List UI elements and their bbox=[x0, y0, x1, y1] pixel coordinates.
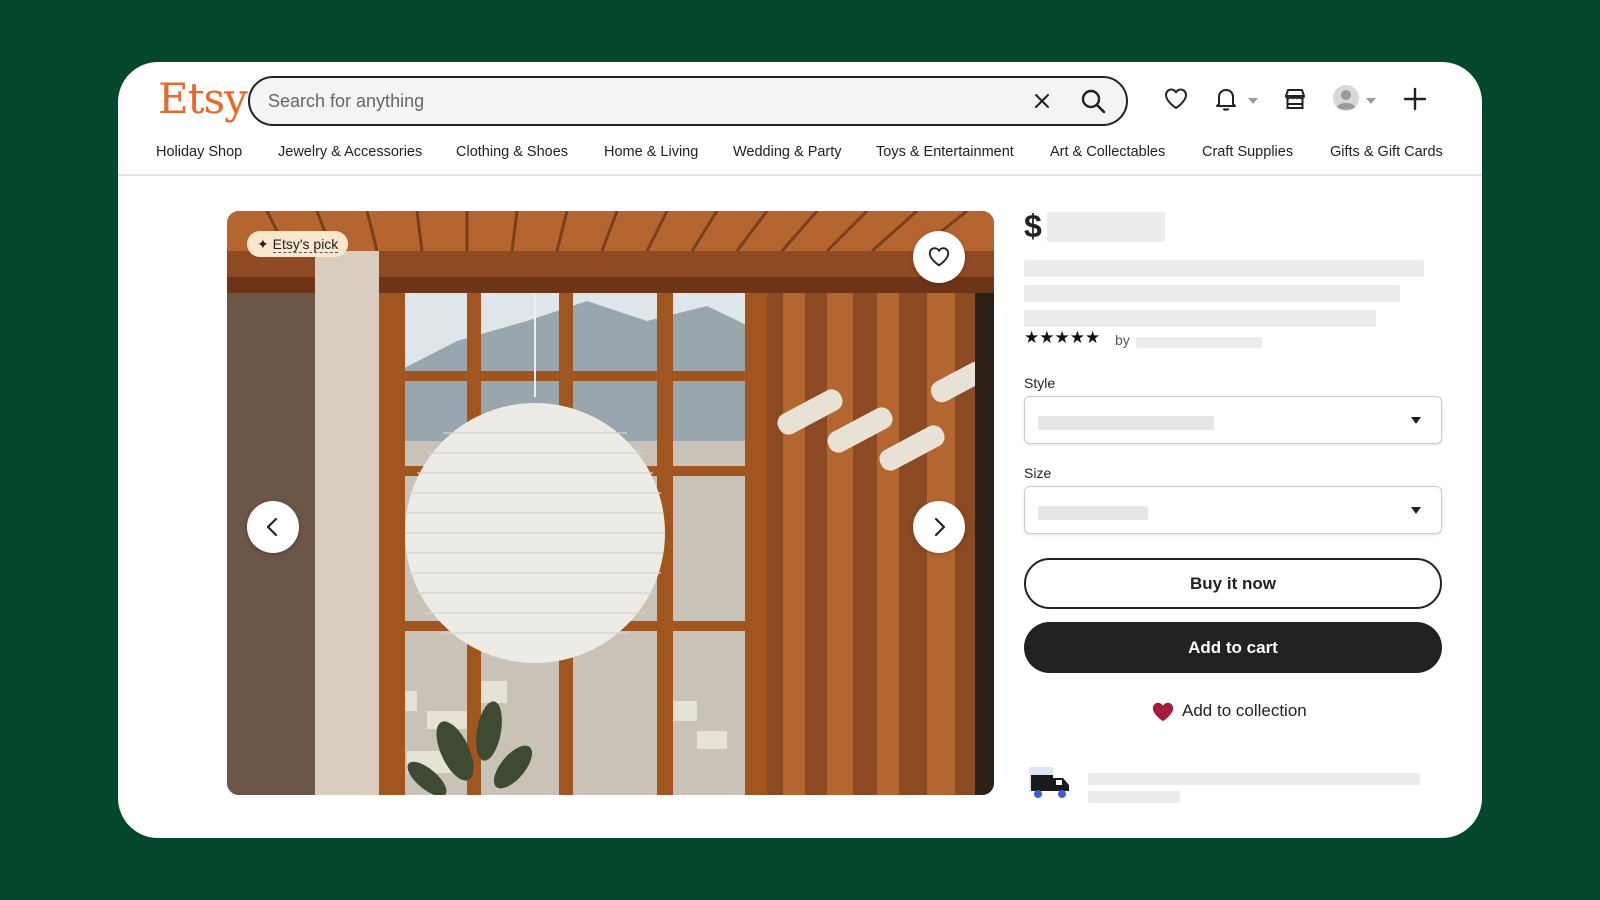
title-placeholder-line-3 bbox=[1024, 310, 1376, 327]
browser-window: Etsy Holiday Shop Jewelry & Accessories bbox=[118, 62, 1482, 838]
heart-icon[interactable] bbox=[1163, 86, 1189, 112]
price-placeholder bbox=[1047, 212, 1165, 242]
search-input[interactable] bbox=[268, 78, 998, 124]
price-currency: $ bbox=[1024, 208, 1042, 244]
nav-item-craft-supplies[interactable]: Craft Supplies bbox=[1202, 144, 1293, 160]
shipping-placeholder-line-1 bbox=[1088, 773, 1420, 785]
rating-stars: ★★★★★ bbox=[1024, 328, 1101, 347]
nav-item-wedding-party[interactable]: Wedding & Party bbox=[733, 144, 842, 160]
nav-item-gifts-gift-cards[interactable]: Gifts & Gift Cards bbox=[1330, 144, 1443, 160]
nav-item-home-living[interactable]: Home & Living bbox=[604, 144, 698, 160]
nav-item-jewelry-accessories[interactable]: Jewelry & Accessories bbox=[278, 144, 422, 160]
by-label: by bbox=[1115, 332, 1130, 348]
nav-item-holiday-shop[interactable]: Holiday Shop bbox=[156, 144, 242, 160]
search-bar[interactable] bbox=[248, 76, 1128, 126]
add-to-collection-label: Add to collection bbox=[1182, 701, 1307, 720]
category-nav: Holiday Shop Jewelry & Accessories Cloth… bbox=[118, 144, 1482, 172]
close-icon[interactable] bbox=[1030, 89, 1054, 113]
avatar[interactable] bbox=[1332, 84, 1360, 112]
previous-image-button[interactable] bbox=[247, 501, 299, 553]
style-label: Style bbox=[1024, 375, 1056, 391]
nav-item-art-collectables[interactable]: Art & Collectables bbox=[1050, 144, 1165, 160]
bell-caret-icon[interactable] bbox=[1248, 98, 1258, 104]
chevron-right-icon bbox=[934, 517, 946, 537]
title-placeholder-line-2 bbox=[1024, 285, 1400, 302]
truck-icon bbox=[1029, 767, 1069, 798]
size-select-placeholder bbox=[1038, 506, 1148, 520]
shop-name-placeholder[interactable] bbox=[1136, 337, 1262, 348]
account-caret-icon[interactable] bbox=[1366, 98, 1376, 104]
heart-icon bbox=[928, 247, 950, 267]
bell-icon[interactable] bbox=[1213, 86, 1239, 112]
dropdown-arrow-icon bbox=[1411, 417, 1421, 424]
etsys-pick-label: Etsy's pick bbox=[272, 236, 339, 253]
favorite-button[interactable] bbox=[913, 231, 965, 283]
dropdown-arrow-icon bbox=[1411, 507, 1421, 514]
size-select[interactable] bbox=[1024, 486, 1442, 534]
style-select[interactable] bbox=[1024, 396, 1442, 444]
title-placeholder-line-1 bbox=[1024, 260, 1424, 277]
product-image-gallery: ✦ Etsy's pick bbox=[227, 211, 994, 795]
shipping-placeholder-line-2 bbox=[1088, 791, 1180, 803]
buy-it-now-button[interactable]: Buy it now bbox=[1024, 558, 1442, 609]
add-to-cart-button[interactable]: Add to cart bbox=[1024, 622, 1442, 673]
nav-item-clothing-shoes[interactable]: Clothing & Shoes bbox=[456, 144, 568, 160]
sparkle-icon: ✦ bbox=[257, 236, 269, 252]
search-icon[interactable] bbox=[1080, 88, 1106, 114]
header-divider bbox=[118, 174, 1482, 176]
chevron-left-icon bbox=[266, 517, 278, 537]
next-image-button[interactable] bbox=[913, 501, 965, 553]
style-select-placeholder bbox=[1038, 416, 1214, 430]
heart-filled-icon bbox=[1152, 702, 1174, 722]
shop-icon[interactable] bbox=[1282, 86, 1308, 112]
etsy-logo[interactable]: Etsy bbox=[158, 74, 248, 123]
plus-icon[interactable] bbox=[1402, 86, 1428, 112]
size-label: Size bbox=[1024, 465, 1052, 481]
nav-item-toys-entertainment[interactable]: Toys & Entertainment bbox=[876, 144, 1014, 160]
etsys-pick-badge: ✦ Etsy's pick bbox=[247, 231, 349, 257]
product-photo bbox=[227, 211, 994, 795]
